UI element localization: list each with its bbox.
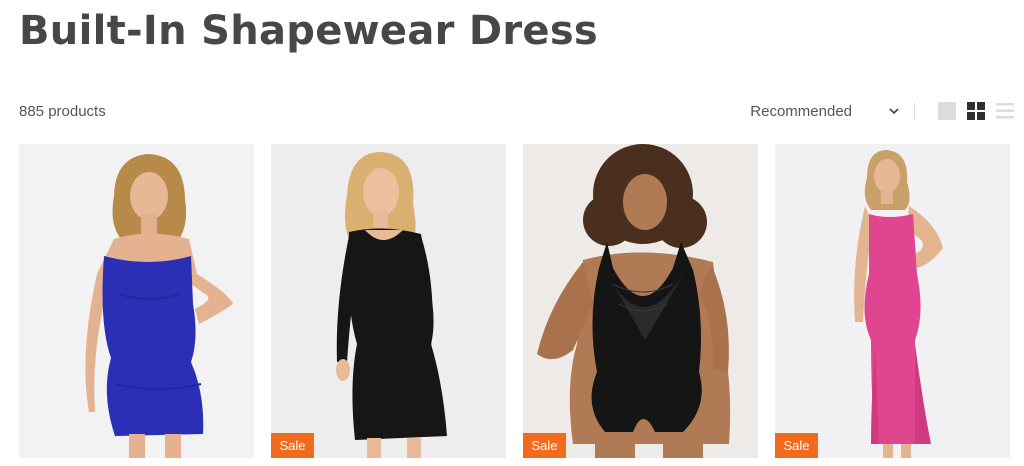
- product-card[interactable]: Sale: [271, 144, 506, 458]
- collection-toolbar: 885 products Recommended: [19, 98, 1014, 124]
- sort-dropdown[interactable]: Recommended: [750, 103, 910, 120]
- product-image: [271, 144, 506, 458]
- sort-selected-label: Recommended: [750, 102, 852, 120]
- grid-view-icon[interactable]: [967, 102, 985, 120]
- sale-badge: Sale: [775, 433, 818, 458]
- chevron-down-icon: [888, 105, 900, 117]
- single-column-view-icon[interactable]: [938, 102, 956, 120]
- product-grid: Sale Sale Sale: [19, 144, 1010, 458]
- sale-badge: Sale: [523, 433, 566, 458]
- list-view-icon[interactable]: [996, 102, 1014, 120]
- sale-badge: Sale: [271, 433, 314, 458]
- page-title: Built-In Shapewear Dress: [19, 8, 599, 54]
- product-card[interactable]: Sale: [523, 144, 758, 458]
- product-image: [19, 144, 254, 458]
- product-image: [775, 144, 1010, 458]
- product-card[interactable]: Sale: [775, 144, 1010, 458]
- product-count: 885 products: [19, 102, 106, 120]
- product-card[interactable]: [19, 144, 254, 458]
- toolbar-divider: [914, 102, 915, 120]
- product-image: [523, 144, 758, 458]
- toolbar-controls: Recommended: [750, 102, 1014, 120]
